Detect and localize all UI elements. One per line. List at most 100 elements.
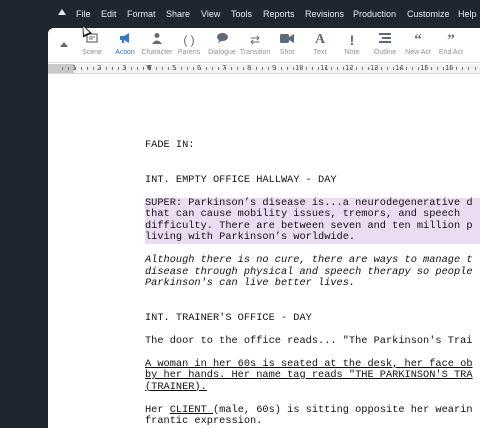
collapse-caret-icon[interactable] [58,9,66,15]
ruler-tick [237,67,238,70]
action-client-text[interactable]: Her CLIENT (male, 60s) is sitting opposi… [145,403,480,428]
megaphone-icon [108,31,142,49]
menu-file[interactable]: File [76,9,91,19]
ruler-tick [230,67,232,70]
ruler-tick [287,67,288,70]
ruler-tick [174,67,176,70]
ruler-tick [362,67,363,70]
tool-action-label: Action [115,49,135,56]
ruler-tick [424,67,426,70]
tool-dialogue-label: Dialogue [208,49,236,56]
ruler-tick [330,67,332,70]
menu-tools[interactable]: Tools [231,9,252,19]
menu-view[interactable]: View [201,9,220,19]
action-super-text[interactable]: SUPER: Parkinson’s disease is...a neurod… [145,197,480,244]
scene-heading-trainers-office[interactable]: INT. TRAINER'S OFFICE - DAY [145,312,480,325]
ruler-tick [93,67,95,70]
ruler-tick [312,67,313,70]
ruler-tick [137,67,138,70]
tool-shot-label: Shot [279,49,295,56]
tool-text-label: Text [313,49,327,56]
tool-character[interactable]: Character [140,31,174,56]
menu-production[interactable]: Production [353,9,396,19]
ruler-tick [405,67,407,70]
tool-text[interactable]: A Text [303,31,337,56]
client-pre: Her [145,403,170,416]
ruler-tick [418,67,420,70]
menu-revisions[interactable]: Revisions [305,9,344,19]
script-page[interactable]: FADE IN: INT. EMPTY OFFICE HALLWAY - DAY… [48,74,480,428]
ruler-tick [149,67,151,70]
ruler-tick [462,67,463,70]
ruler-tick [218,67,220,70]
ruler-tick [468,67,470,70]
ruler-tick [212,67,213,70]
scene-heading-hallway[interactable]: INT. EMPTY OFFICE HALLWAY - DAY [145,174,480,187]
action-woman-text[interactable]: A woman in her 60s is seated at the desk… [145,358,480,394]
menu-share[interactable]: Share [166,9,190,19]
menu-edit[interactable]: Edit [101,9,117,19]
tool-new-act[interactable]: “ New Act [401,31,435,56]
tool-parens-label: Parens [177,49,201,56]
editor-panel: Scene Action Character ( ) Parens Dialog… [48,28,480,428]
menu-bar: File Edit Format Share View Tools Report… [0,0,480,28]
ruler-tick [80,67,82,70]
tool-transition-label: Transition [239,49,271,56]
menu-customize[interactable]: Customize [407,9,450,19]
tool-new-act-label: New Act [405,49,431,56]
scene-icon [75,31,109,49]
tool-end-act[interactable]: ” End Act [434,31,468,56]
tool-transition[interactable]: ⇄ Transition [238,31,272,56]
ruler-tick [118,67,120,70]
ruler-tick [162,67,163,70]
ruler-tick [155,67,157,70]
ruler-tick [387,67,388,70]
quote-close-icon: ” [447,32,455,48]
menu-reports[interactable]: Reports [263,9,295,19]
ruler-tick [299,67,301,70]
exclamation-icon: ! [349,32,355,48]
ruler-tick [130,67,132,70]
element-toolbar: Scene Action Character ( ) Parens Dialog… [48,28,480,63]
ruler-tick [324,67,326,70]
tool-parens[interactable]: ( ) Parens [172,31,206,56]
menu-help[interactable]: Help [458,9,477,19]
action-italic-text[interactable]: Although there is no cure, there are way… [145,254,480,290]
ruler-tick [112,67,113,70]
ruler-tick [205,67,207,70]
tool-action[interactable]: Action [108,31,142,56]
transition-fade-in[interactable]: FADE IN: [145,139,480,152]
ruler-tick [443,67,445,70]
ruler-tick [99,67,101,70]
ruler-tick [355,67,357,70]
tool-character-label: Character [141,49,173,56]
ruler-tick [437,67,438,70]
tool-end-act-label: End Act [438,49,464,56]
ruler-tick [455,67,457,70]
client-character-tag[interactable]: CLIENT [170,404,213,416]
toolbar-collapse-icon[interactable] [60,42,68,47]
ruler-tick [280,67,282,70]
quote-icon: “ [414,32,422,48]
ruler: 1 2 3 4 5 6 7 8 9 10 11 12 13 14 15 16 [48,64,480,74]
ruler-margin [48,64,74,73]
tool-more[interactable]: > [466,31,480,49]
script-body[interactable]: FADE IN: INT. EMPTY OFFICE HALLWAY - DAY… [145,139,480,428]
tool-scene[interactable]: Scene [75,31,109,56]
ruler-tick [249,67,251,70]
text-icon: A [314,32,326,47]
ruler-tick [449,67,451,70]
ruler-tick [199,67,201,70]
action-door-text[interactable]: The door to the office reads... "The Par… [145,335,480,348]
tool-note[interactable]: ! Note [335,31,369,56]
ruler-tick [374,67,376,70]
tool-scene-label: Scene [82,49,102,56]
tool-shot[interactable]: Shot [270,31,304,56]
ruler-tick [62,67,63,70]
ruler-tick [474,67,476,70]
menu-format[interactable]: Format [127,9,156,19]
camera-icon [270,31,304,49]
tool-dialogue[interactable]: Dialogue [205,31,239,56]
ruler-tick [124,67,126,70]
tool-outline[interactable]: Outline [368,31,402,56]
